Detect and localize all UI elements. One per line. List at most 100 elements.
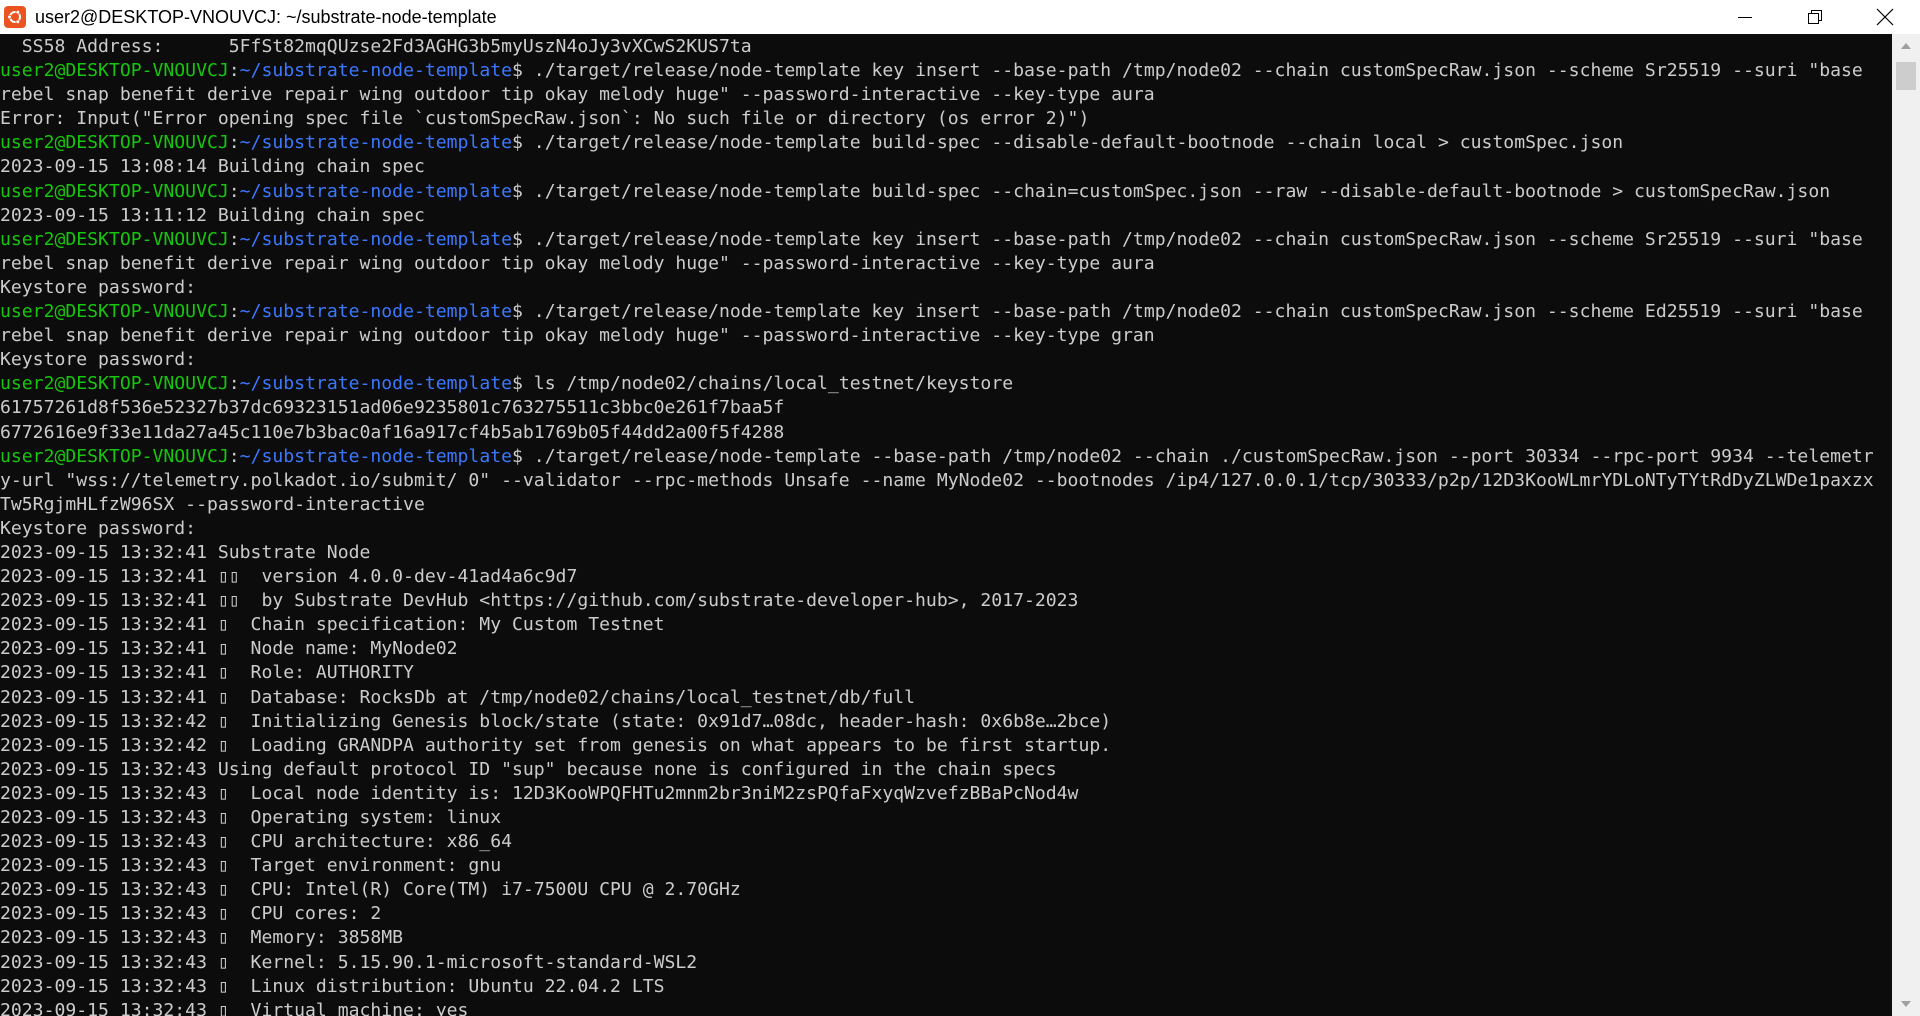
prompt-path: ~/substrate-node-template bbox=[239, 132, 513, 154]
output-text: 2023-09-15 13:32:43 ▯ Linux distribution… bbox=[0, 975, 665, 997]
command-line: user2@DESKTOP-VNOUVCJ:~/substrate-node-t… bbox=[0, 372, 1892, 396]
output-line: 2023-09-15 13:32:43 ▯ Kernel: 5.15.90.1-… bbox=[0, 951, 1892, 975]
command-line: user2@DESKTOP-VNOUVCJ:~/substrate-node-t… bbox=[0, 228, 1892, 252]
output-line: 2023-09-15 13:32:43 Using default protoc… bbox=[0, 758, 1892, 782]
output-text: 6772616e9f33e11da27a45c110e7b3bac0af16a9… bbox=[0, 421, 785, 443]
output-text: Keystore password: bbox=[0, 349, 197, 371]
command-text: $ ./target/release/node-template --base-… bbox=[512, 445, 1874, 467]
output-line: Error: Input("Error opening spec file `c… bbox=[0, 107, 1892, 131]
window-controls bbox=[1710, 0, 1920, 34]
output-line: y-url "wss://telemetry.polkadot.io/submi… bbox=[0, 469, 1892, 493]
output-line: 2023-09-15 13:08:14 Building chain spec bbox=[0, 155, 1892, 179]
output-line: 2023-09-15 13:11:12 Building chain spec bbox=[0, 204, 1892, 228]
maximize-button[interactable] bbox=[1780, 0, 1850, 34]
output-text: 2023-09-15 13:32:41 ▯ Node name: MyNode0… bbox=[0, 638, 458, 660]
vertical-scrollbar[interactable] bbox=[1892, 34, 1920, 1016]
output-line: 2023-09-15 13:32:43 ▯ Target environment… bbox=[0, 854, 1892, 878]
close-icon bbox=[1876, 8, 1894, 26]
output-text: 2023-09-15 13:32:43 ▯ Memory: 3858MB bbox=[0, 927, 404, 949]
output-line: rebel snap benefit derive repair wing ou… bbox=[0, 252, 1892, 276]
output-line: 2023-09-15 13:32:41 ▯▯ version 4.0.0-dev… bbox=[0, 565, 1892, 589]
minimize-icon bbox=[1738, 17, 1752, 18]
output-text: Keystore password: bbox=[0, 276, 197, 298]
output-line: 2023-09-15 13:32:41 Substrate Node bbox=[0, 541, 1892, 565]
scroll-up-button[interactable] bbox=[1892, 34, 1920, 58]
output-line: SS58 Address: 5FfSt82mqQUzse2Fd3AGHG3b5m… bbox=[0, 35, 1892, 59]
output-line: 2023-09-15 13:32:43 ▯ Operating system: … bbox=[0, 806, 1892, 830]
output-text: 2023-09-15 13:32:43 ▯ Operating system: … bbox=[0, 807, 502, 828]
prompt-user-host: user2@DESKTOP-VNOUVCJ bbox=[0, 60, 229, 82]
output-text: 2023-09-15 13:32:41 Substrate Node bbox=[0, 541, 371, 563]
output-text: 2023-09-15 13:32:43 ▯ Local node identit… bbox=[0, 782, 1079, 804]
prompt-path: ~/substrate-node-template bbox=[239, 180, 513, 202]
prompt-separator: : bbox=[228, 445, 240, 467]
output-text: 2023-09-15 13:32:43 ▯ Kernel: 5.15.90.1-… bbox=[0, 951, 698, 973]
output-text: 2023-09-15 13:32:42 ▯ Loading GRANDPA au… bbox=[0, 734, 1112, 756]
command-text: $ ./target/release/node-template key ins… bbox=[512, 60, 1863, 82]
output-line: Keystore password: bbox=[0, 348, 1892, 372]
prompt-separator: : bbox=[228, 60, 240, 82]
output-text: 2023-09-15 13:32:42 ▯ Initializing Genes… bbox=[0, 710, 1112, 732]
output-text: SS58 Address: 5FfSt82mqQUzse2Fd3AGHG3b5m… bbox=[0, 36, 752, 57]
output-line: Keystore password: bbox=[0, 276, 1892, 300]
output-line: 2023-09-15 13:32:43 ▯ CPU cores: 2 bbox=[0, 902, 1892, 926]
window-title: user2@DESKTOP-VNOUVCJ: ~/substrate-node-… bbox=[35, 6, 497, 27]
output-line: 2023-09-15 13:32:43 ▯ CPU architecture: … bbox=[0, 830, 1892, 854]
output-text: Tw5RgjmHLfzW96SX --password-interactive bbox=[0, 493, 425, 515]
command-text: $ ls /tmp/node02/chains/local_testnet/ke… bbox=[512, 373, 1014, 395]
title-bar[interactable]: user2@DESKTOP-VNOUVCJ: ~/substrate-node-… bbox=[0, 0, 1920, 34]
scrollbar-thumb[interactable] bbox=[1896, 62, 1916, 90]
output-text: 2023-09-15 13:32:41 ▯ Database: RocksDb … bbox=[0, 686, 916, 708]
prompt-user-host: user2@DESKTOP-VNOUVCJ bbox=[0, 228, 229, 250]
output-line: 6772616e9f33e11da27a45c110e7b3bac0af16a9… bbox=[0, 421, 1892, 445]
output-text: 2023-09-15 13:32:43 ▯ CPU architecture: … bbox=[0, 831, 512, 853]
chevron-down-icon bbox=[1901, 1001, 1911, 1007]
output-line: 2023-09-15 13:32:43 ▯ Virtual machine: y… bbox=[0, 999, 1892, 1016]
output-line: 2023-09-15 13:32:41 ▯ Role: AUTHORITY bbox=[0, 661, 1892, 685]
prompt-user-host: user2@DESKTOP-VNOUVCJ bbox=[0, 132, 229, 154]
command-line: user2@DESKTOP-VNOUVCJ:~/substrate-node-t… bbox=[0, 180, 1892, 204]
prompt-user-host: user2@DESKTOP-VNOUVCJ bbox=[0, 301, 229, 323]
command-line: user2@DESKTOP-VNOUVCJ:~/substrate-node-t… bbox=[0, 300, 1892, 324]
output-text: 2023-09-15 13:32:41 ▯ Role: AUTHORITY bbox=[0, 662, 414, 684]
output-text: 2023-09-15 13:32:43 ▯ Target environment… bbox=[0, 855, 502, 877]
prompt-separator: : bbox=[228, 228, 240, 250]
output-line: 61757261d8f536e52327b37dc69323151ad06e92… bbox=[0, 396, 1892, 420]
output-line: 2023-09-15 13:32:41 ▯ Node name: MyNode0… bbox=[0, 637, 1892, 661]
prompt-path: ~/substrate-node-template bbox=[239, 228, 513, 250]
scroll-down-button[interactable] bbox=[1892, 992, 1920, 1016]
output-line: 2023-09-15 13:32:41 ▯ Database: RocksDb … bbox=[0, 686, 1892, 710]
command-text: $ ./target/release/node-template build-s… bbox=[512, 180, 1831, 202]
output-text: 2023-09-15 13:32:43 ▯ Virtual machine: y… bbox=[0, 999, 469, 1016]
output-text: 2023-09-15 13:11:12 Building chain spec bbox=[0, 204, 425, 226]
prompt-separator: : bbox=[228, 373, 240, 395]
output-text: 2023-09-15 13:32:41 ▯ Chain specificatio… bbox=[0, 614, 665, 636]
output-text: rebel snap benefit derive repair wing ou… bbox=[0, 84, 1155, 106]
output-text: 2023-09-15 13:08:14 Building chain spec bbox=[0, 156, 425, 178]
terminal-output[interactable]: SS58 Address: 5FfSt82mqQUzse2Fd3AGHG3b5m… bbox=[0, 34, 1892, 1016]
ubuntu-icon bbox=[4, 6, 26, 28]
command-text: $ ./target/release/node-template key ins… bbox=[512, 301, 1863, 323]
prompt-separator: : bbox=[228, 301, 240, 323]
maximize-icon bbox=[1808, 10, 1822, 24]
output-line: 2023-09-15 13:32:42 ▯ Initializing Genes… bbox=[0, 710, 1892, 734]
output-text: 61757261d8f536e52327b37dc69323151ad06e92… bbox=[0, 397, 785, 419]
output-line: rebel snap benefit derive repair wing ou… bbox=[0, 324, 1892, 348]
close-button[interactable] bbox=[1850, 0, 1920, 34]
command-line: user2@DESKTOP-VNOUVCJ:~/substrate-node-t… bbox=[0, 131, 1892, 155]
command-line: user2@DESKTOP-VNOUVCJ:~/substrate-node-t… bbox=[0, 445, 1892, 469]
command-text: $ ./target/release/node-template key ins… bbox=[512, 228, 1863, 250]
output-text: 2023-09-15 13:32:41 ▯▯ by Substrate DevH… bbox=[0, 590, 1079, 612]
output-text: y-url "wss://telemetry.polkadot.io/submi… bbox=[0, 469, 1874, 491]
output-line: 2023-09-15 13:32:43 ▯ Linux distribution… bbox=[0, 975, 1892, 999]
prompt-user-host: user2@DESKTOP-VNOUVCJ bbox=[0, 180, 229, 202]
output-text: 2023-09-15 13:32:41 ▯▯ version 4.0.0-dev… bbox=[0, 566, 578, 588]
output-text: rebel snap benefit derive repair wing ou… bbox=[0, 325, 1155, 347]
prompt-user-host: user2@DESKTOP-VNOUVCJ bbox=[0, 373, 229, 395]
output-line: 2023-09-15 13:32:43 ▯ CPU: Intel(R) Core… bbox=[0, 878, 1892, 902]
prompt-separator: : bbox=[228, 132, 240, 154]
prompt-path: ~/substrate-node-template bbox=[239, 60, 513, 82]
minimize-button[interactable] bbox=[1710, 0, 1780, 34]
command-text: $ ./target/release/node-template build-s… bbox=[512, 132, 1624, 154]
prompt-path: ~/substrate-node-template bbox=[239, 373, 513, 395]
